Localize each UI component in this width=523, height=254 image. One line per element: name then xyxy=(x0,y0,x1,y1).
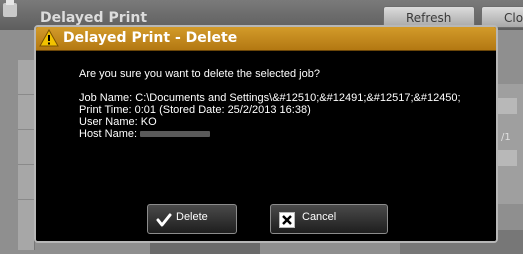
background-page-title: Delayed Print xyxy=(40,10,148,26)
dialog-body: Are you sure you want to delete the sele… xyxy=(36,51,496,241)
list-item[interactable] xyxy=(18,95,34,130)
host-name-label: Host Name: xyxy=(79,128,138,140)
dialog-header: Delayed Print - Delete xyxy=(36,27,496,51)
page-indicator: /1 xyxy=(501,132,511,143)
scroll-up-button[interactable] xyxy=(497,98,517,114)
cancel-button-label: Cancel xyxy=(302,211,337,223)
dialog-title: Delayed Print - Delete xyxy=(63,30,238,46)
delete-button-label: Delete xyxy=(176,211,208,223)
warning-triangle-icon xyxy=(39,29,59,47)
list-item[interactable] xyxy=(18,165,34,200)
confirm-message: Are you sure you want to delete the sele… xyxy=(79,68,320,80)
user-name: User Name: KO xyxy=(79,116,157,128)
host-name-row: Host Name: xyxy=(79,128,461,140)
job-details: Job Name: C:\Documents and Settings\&#12… xyxy=(79,92,461,140)
printer-icon xyxy=(3,0,17,17)
x-box-icon xyxy=(279,212,295,228)
host-name-redacted xyxy=(140,131,211,138)
print-time: Print Time: 0:01 (Stored Date: 25/2/2013… xyxy=(79,104,311,116)
list-item[interactable] xyxy=(18,60,34,95)
job-name: Job Name: C:\Documents and Settings\&#12… xyxy=(79,92,461,104)
delete-confirmation-dialog: Delayed Print - Delete Are you sure you … xyxy=(34,25,498,243)
delete-button[interactable]: Delete xyxy=(147,204,237,234)
list-item[interactable] xyxy=(18,130,34,165)
scroll-down-button[interactable] xyxy=(497,150,517,166)
cancel-button[interactable]: Cancel xyxy=(270,204,388,234)
checkmark-icon xyxy=(156,213,172,227)
background-job-list xyxy=(18,60,35,250)
